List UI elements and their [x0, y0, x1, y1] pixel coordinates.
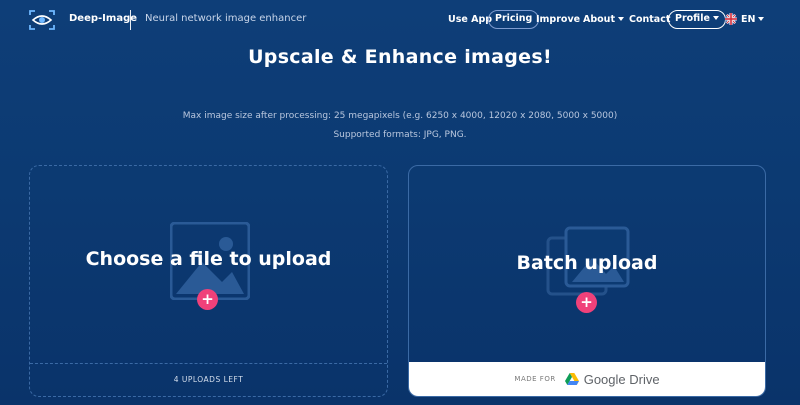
brand-divider	[130, 10, 131, 30]
choose-file-title[interactable]: Choose a file to upload	[30, 248, 387, 270]
card-divider	[30, 363, 387, 364]
nav-about[interactable]: About	[583, 10, 624, 30]
uploads-left-counter: 4 UPLOADS LEFT	[173, 375, 244, 384]
chevron-down-icon	[617, 16, 624, 21]
nav-improve[interactable]: Improve	[536, 10, 580, 30]
brand-name[interactable]: Deep-Image	[69, 13, 137, 24]
max-size-info: Max image size after processing: 25 mega…	[182, 111, 618, 121]
formats-info: Supported formats: JPG, PNG.	[333, 130, 467, 140]
google-drive-banner[interactable]: MADE FOR Google Drive	[409, 362, 765, 396]
nav-use-app[interactable]: Use App	[448, 10, 492, 30]
uk-flag-icon[interactable]	[725, 13, 737, 25]
chevron-down-icon	[712, 15, 719, 20]
nav-pricing[interactable]: Pricing	[488, 10, 540, 29]
google-drive-label: Google Drive	[583, 371, 660, 387]
nav-profile[interactable]: Profile	[668, 10, 726, 29]
batch-upload-card[interactable]: Batch upload + MADE FOR Google Drive	[408, 165, 766, 397]
add-batch-button[interactable]: +	[576, 292, 597, 313]
page-title: Upscale & Enhance images!	[248, 46, 552, 68]
eye-logo-icon[interactable]	[28, 9, 56, 31]
language-label: EN	[741, 14, 756, 25]
made-for-label: MADE FOR	[514, 375, 556, 383]
batch-upload-title[interactable]: Batch upload	[409, 252, 765, 274]
language-selector[interactable]: EN	[741, 10, 765, 30]
google-drive-icon	[564, 373, 579, 385]
chevron-down-icon	[758, 16, 765, 21]
nav-profile-label: Profile	[675, 13, 710, 24]
add-file-button[interactable]: +	[197, 289, 218, 310]
nav-contact[interactable]: Contact	[629, 10, 670, 30]
top-navbar: Deep-Image Neural network image enhancer…	[0, 0, 800, 40]
nav-about-label: About	[583, 14, 615, 25]
brand-tagline: Neural network image enhancer	[145, 13, 307, 24]
file-upload-dropzone[interactable]: Choose a file to upload + 4 UPLOADS LEFT	[29, 165, 388, 397]
